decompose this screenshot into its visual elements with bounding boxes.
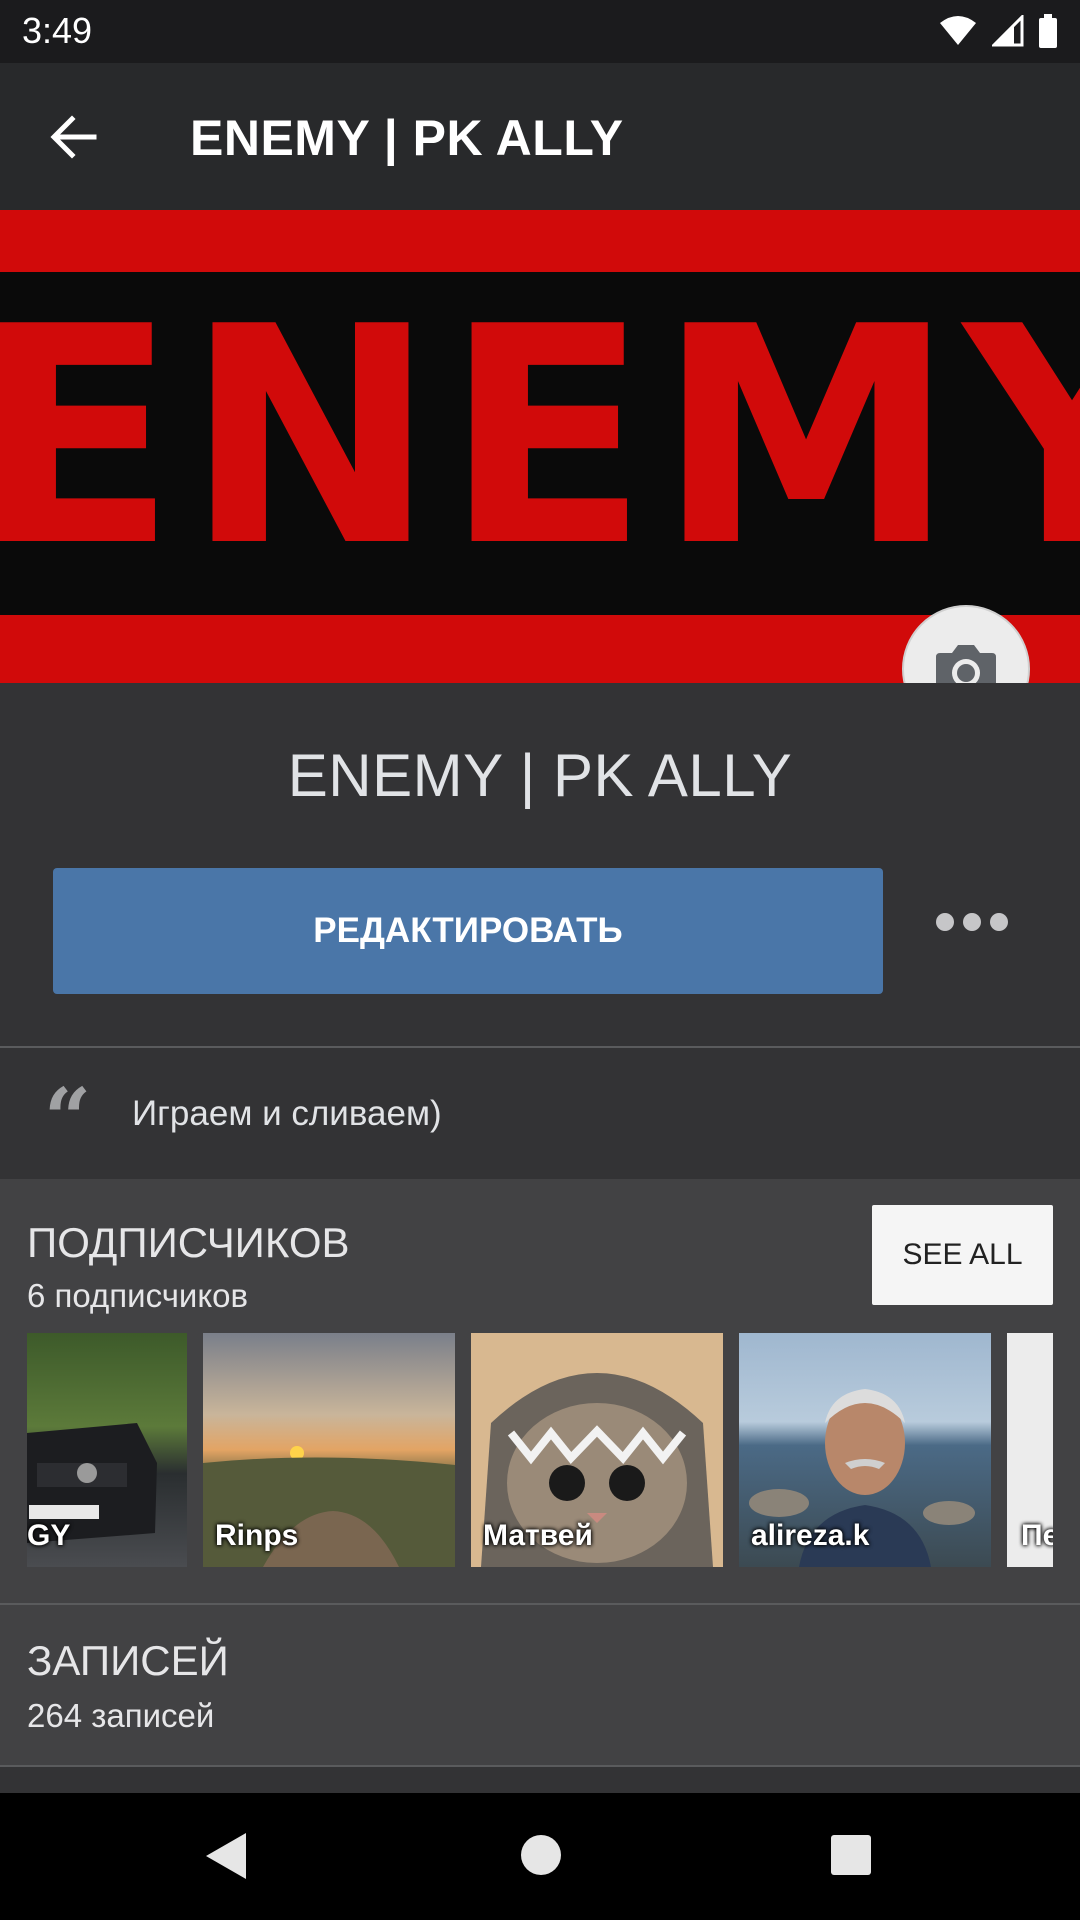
posts-count: 264 записей (27, 1697, 215, 1734)
follower-name: Rinps (215, 1519, 299, 1552)
follower-avatar[interactable]: Rinps (203, 1333, 455, 1567)
follower-avatar[interactable]: Матвей (471, 1333, 723, 1567)
follower-avatar[interactable]: GY (27, 1333, 187, 1567)
posts-section[interactable]: ЗАПИСЕЙ 264 записей (0, 1605, 1080, 1765)
follower-name: Матвей (483, 1519, 593, 1552)
follower-avatar[interactable]: alireza.k (739, 1333, 991, 1567)
wifi-icon (940, 16, 976, 45)
toolbar-title: ENEMY | PK ALLY (190, 110, 624, 166)
square-recents-icon (831, 1835, 871, 1875)
status-text: Играем и сливаем) (132, 1094, 442, 1133)
see-all-button[interactable]: SEE ALL (872, 1205, 1053, 1305)
cover-image: ENEMY (0, 210, 1080, 683)
follower-name: Пе (1021, 1519, 1053, 1552)
status-icons (938, 14, 1058, 48)
arrow-left-icon (50, 115, 97, 159)
followers-title: ПОДПИСЧИКОВ (27, 1219, 350, 1266)
followers-list: GY Rinps Матвей alireza.k Пе (27, 1333, 1053, 1567)
profile-header: ENEMY | PK ALLY РЕДАКТИРОВАТЬ (0, 683, 1080, 1047)
triangle-back-icon (206, 1833, 246, 1879)
more-dot-icon (990, 913, 1008, 931)
status-row[interactable]: “ Играем и сливаем) (0, 1048, 1080, 1179)
cover-logo-text: ENEMY (0, 263, 1080, 612)
profile-name: ENEMY | PK ALLY (287, 742, 793, 809)
battery-icon (1039, 14, 1057, 48)
system-nav-bar (0, 1793, 1080, 1920)
nav-recents-button[interactable] (830, 1834, 872, 1881)
status-bar: 3:49 (0, 0, 1080, 63)
nav-home-button[interactable] (519, 1833, 563, 1882)
more-dot-icon (963, 913, 981, 931)
signal-icon (992, 15, 1024, 47)
followers-count: 6 подписчиков (27, 1277, 249, 1314)
follower-name: GY (27, 1519, 71, 1552)
posts-title: ЗАПИСЕЙ (27, 1637, 229, 1684)
followers-section: ПОДПИСЧИКОВ 6 подписчиков SEE ALL GY Rin… (0, 1179, 1080, 1603)
edit-button[interactable]: РЕДАКТИРОВАТЬ (53, 868, 883, 994)
more-dot-icon (936, 913, 954, 931)
follower-name: alireza.k (751, 1519, 870, 1552)
follower-avatar[interactable]: Пе (1007, 1333, 1053, 1567)
toolbar: ENEMY | PK ALLY (0, 63, 1080, 210)
content-bottom (0, 1767, 1080, 1793)
quote-icon: “ (44, 1071, 92, 1167)
nav-back-button[interactable] (204, 1831, 248, 1886)
back-button[interactable] (42, 105, 106, 169)
status-time: 3:49 (22, 10, 93, 51)
more-options-button[interactable] (936, 913, 1008, 931)
circle-home-icon (521, 1835, 561, 1875)
